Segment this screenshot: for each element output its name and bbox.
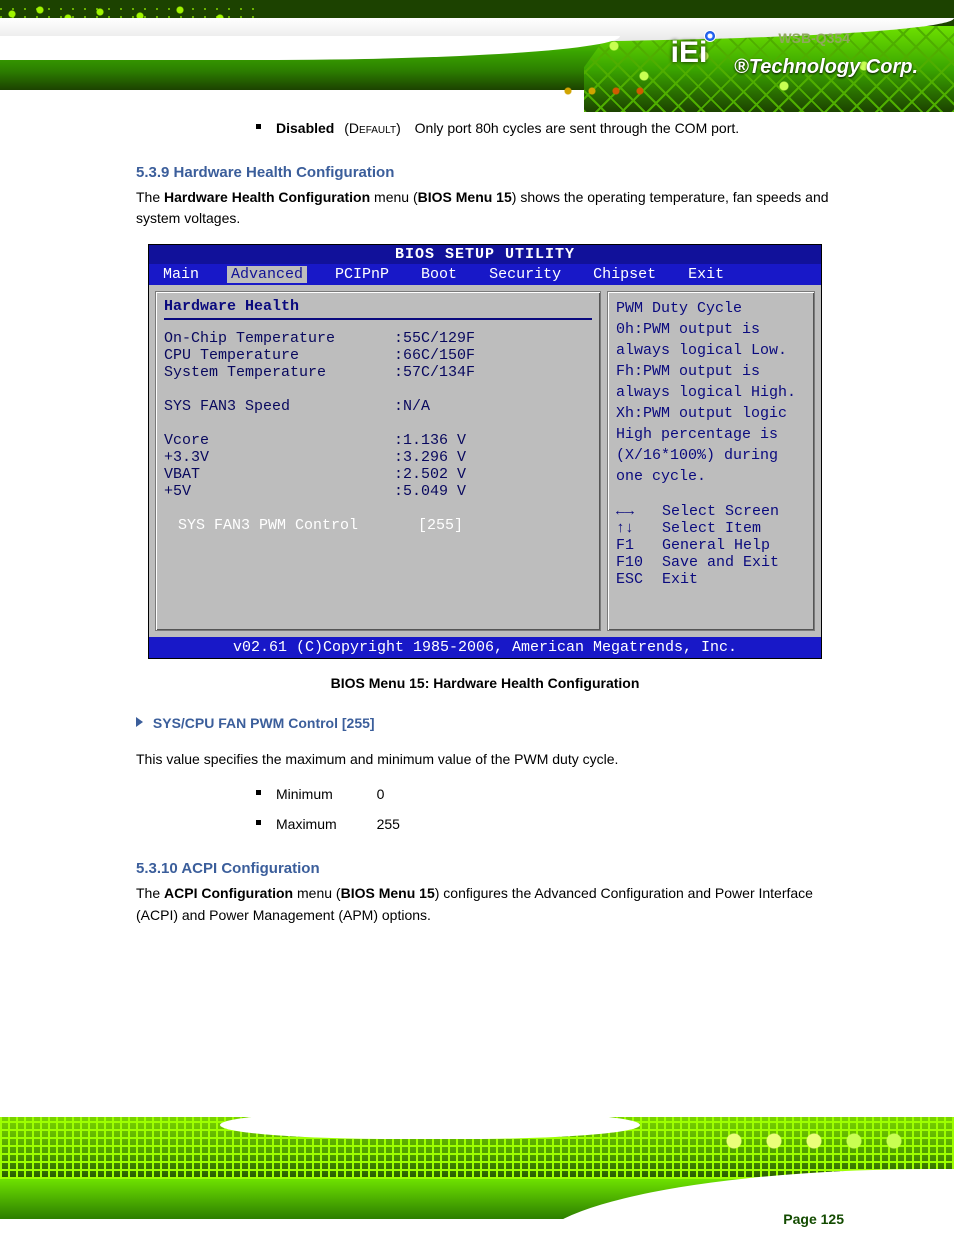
bios-tab-chipset[interactable]: Chipset xyxy=(589,266,660,283)
list-item: Minimum 0 xyxy=(136,784,834,806)
bios-help-line: 0h:PWM output is xyxy=(616,321,806,338)
option-heading: SYS/CPU FAN PWM Control [255] xyxy=(136,713,834,735)
bios-row: On-Chip Temperature:55C/129F xyxy=(164,330,592,347)
bios-tab-pcipnp[interactable]: PCIPnP xyxy=(331,266,393,283)
bullet-icon xyxy=(256,820,261,825)
bios-left-panel: Hardware Health On-Chip Temperature:55C/… xyxy=(155,291,601,631)
logo-dot-icon xyxy=(704,30,716,42)
bios-key-legend: ←→Select Screen ↑↓Select Item F1General … xyxy=(616,503,806,588)
key-icon: ESC xyxy=(616,571,662,588)
bios-row: +5V:5.049 V xyxy=(164,483,592,500)
bios-row: Vcore:1.136 V xyxy=(164,432,592,449)
section-heading: 5.3.9 Hardware Health Configuration xyxy=(136,164,834,181)
bios-help-line: always logical Low. xyxy=(616,342,806,359)
bios-panel-title: Hardware Health xyxy=(164,298,592,320)
figure-caption: BIOS Menu 15: Hardware Health Configurat… xyxy=(136,675,834,691)
option-label: Disabled xyxy=(276,120,334,136)
bios-help-panel: PWM Duty Cycle 0h:PWM output is always l… xyxy=(607,291,815,631)
bios-tab-advanced[interactable]: Advanced xyxy=(227,266,307,283)
document-body: Disabled (Default) Only port 80h cycles … xyxy=(0,118,954,940)
bios-row: SYS FAN3 Speed:N/A xyxy=(164,398,592,415)
option-min-label: Minimum xyxy=(276,786,333,802)
option-default: (Default) xyxy=(338,120,401,136)
bullet-icon xyxy=(256,124,261,129)
page-number: Page 125 xyxy=(783,1211,844,1227)
key-icon: ↑↓ xyxy=(616,520,662,537)
option-max-label: Maximum xyxy=(276,816,337,832)
section-paragraph: The Hardware Health Configuration menu (… xyxy=(136,187,834,230)
page-header-banner: iEi ®Technology Corp. WSB-Q354 xyxy=(0,0,954,112)
bios-row: System Temperature:57C/134F xyxy=(164,364,592,381)
bios-row: +3.3V:3.296 V xyxy=(164,449,592,466)
bios-tab-main[interactable]: Main xyxy=(159,266,203,283)
bios-title: BIOS SETUP UTILITY xyxy=(149,245,821,264)
bios-row: CPU Temperature:66C/150F xyxy=(164,347,592,364)
bios-help-line: always logical High. xyxy=(616,384,806,401)
bios-help-line: (X/16*100%) during xyxy=(616,447,806,464)
bios-footer: v02.61 (C)Copyright 1985-2006, American … xyxy=(149,637,821,658)
key-icon: ←→ xyxy=(616,503,662,520)
bios-help-line: Fh:PWM output is xyxy=(616,363,806,380)
page-footer-banner: Page 125 xyxy=(0,1117,954,1235)
option-text: Only port 80h cycles are sent through th… xyxy=(405,120,740,136)
brand-text: ®Technology Corp. xyxy=(734,56,918,79)
arrow-icon xyxy=(136,717,143,727)
option-min-val: 0 xyxy=(337,786,385,802)
option-max-val: 255 xyxy=(341,816,400,832)
brand-logo: iEi xyxy=(654,30,724,76)
bios-selected-row[interactable]: SYS FAN3 PWM Control [255] xyxy=(164,517,592,534)
bios-help-line: one cycle. xyxy=(616,468,806,485)
section-heading: 5.3.10 ACPI Configuration xyxy=(136,860,834,877)
bios-help-line: Xh:PWM output logic xyxy=(616,405,806,422)
section-paragraph: The ACPI Configuration menu (BIOS Menu 1… xyxy=(136,883,834,926)
bios-tab-exit[interactable]: Exit xyxy=(684,266,728,283)
bios-tab-bar: Main Advanced PCIPnP Boot Security Chips… xyxy=(149,264,821,285)
list-item: Disabled (Default) Only port 80h cycles … xyxy=(136,118,834,140)
bullet-icon xyxy=(256,790,261,795)
bios-help-line: High percentage is xyxy=(616,426,806,443)
bios-tab-security[interactable]: Security xyxy=(485,266,565,283)
bios-tab-boot[interactable]: Boot xyxy=(417,266,461,283)
key-icon: F10 xyxy=(616,554,662,571)
bios-help-line: PWM Duty Cycle xyxy=(616,300,806,317)
document-model: WSB-Q354 xyxy=(778,30,850,46)
bios-row: VBAT:2.502 V xyxy=(164,466,592,483)
key-icon: F1 xyxy=(616,537,662,554)
bios-screenshot: BIOS SETUP UTILITY Main Advanced PCIPnP … xyxy=(148,244,822,659)
list-item: Maximum 255 xyxy=(136,814,834,836)
option-paragraph: This value specifies the maximum and min… xyxy=(136,749,834,771)
